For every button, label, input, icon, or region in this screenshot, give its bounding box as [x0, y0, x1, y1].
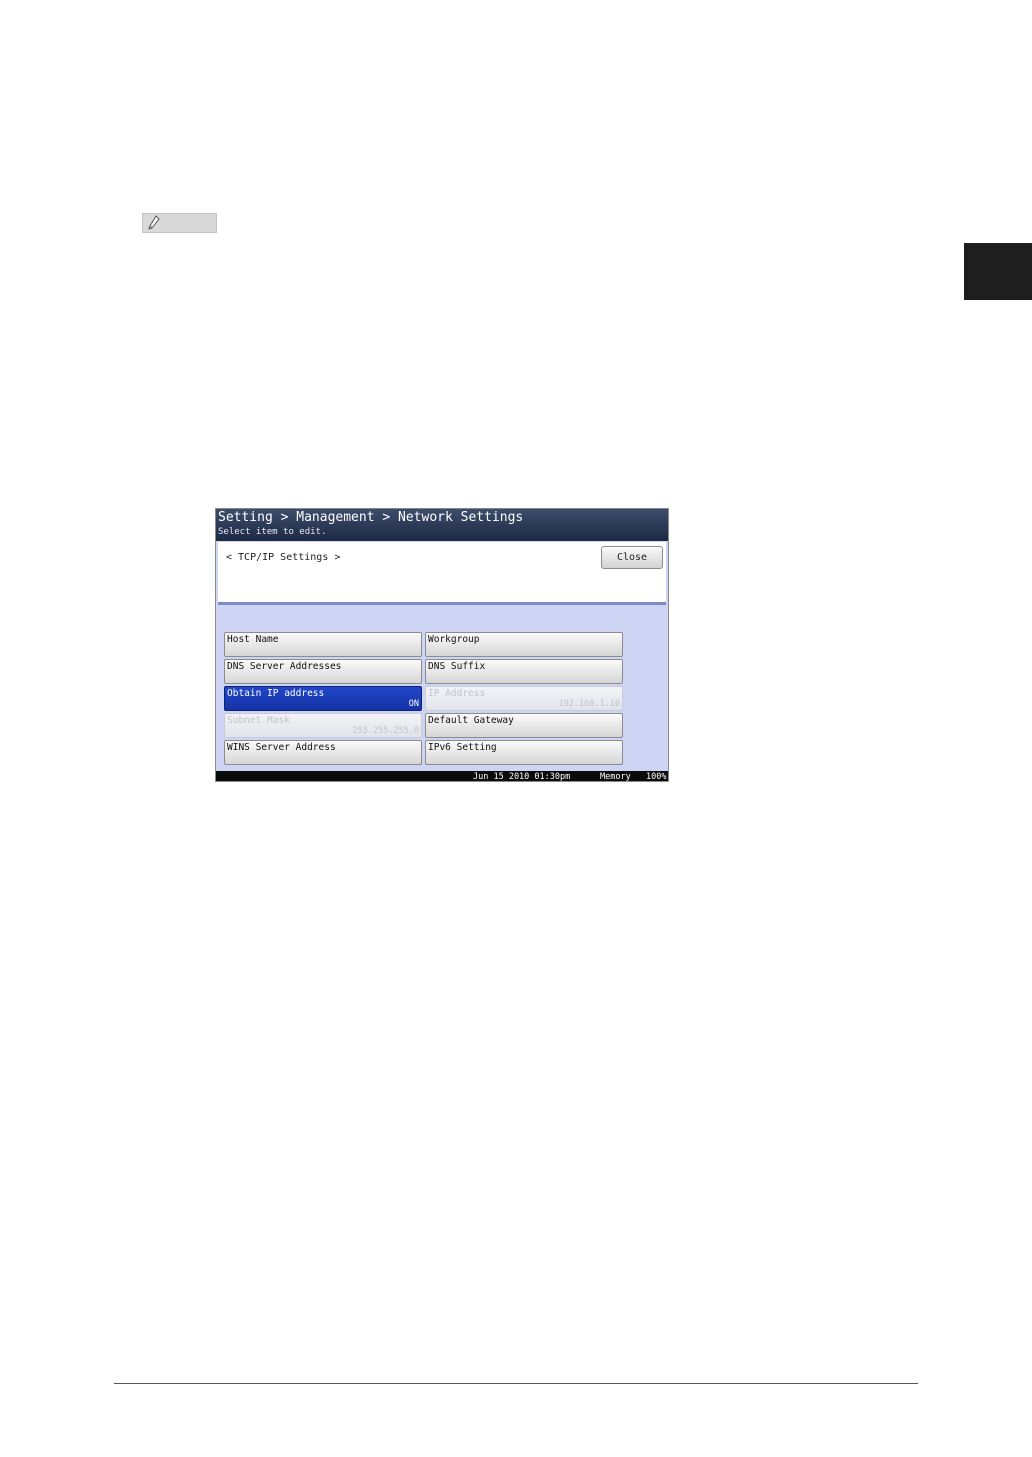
section-title: < TCP/IP Settings > — [226, 552, 341, 563]
obtain-ip-address-value: ON — [408, 699, 419, 709]
host-name-button[interactable]: Host Name — [224, 632, 422, 657]
workgroup-button[interactable]: Workgroup — [425, 632, 623, 657]
device-screen: Setting > Management > Network Settings … — [215, 508, 669, 782]
pencil-note-icon — [148, 215, 160, 230]
ipv6-setting-label: IPv6 Setting — [428, 742, 497, 753]
host-name-label: Host Name — [227, 634, 279, 645]
subnet-mask-button: Subnet Mask 255.255.255.0 — [224, 713, 422, 738]
default-gateway-button[interactable]: Default Gateway — [425, 713, 623, 738]
instruction-text: Select item to edit. — [218, 527, 327, 537]
ip-address-label: IP Address — [428, 688, 486, 699]
dns-server-addresses-button[interactable]: DNS Server Addresses — [224, 659, 422, 684]
status-datetime: Jun 15 2010 01:30pm — [473, 772, 571, 782]
subnet-mask-label: Subnet Mask — [227, 715, 290, 726]
close-button[interactable]: Close — [601, 546, 663, 569]
status-memory-label: Memory — [600, 772, 631, 782]
note-badge — [142, 213, 217, 233]
ipv6-setting-button[interactable]: IPv6 Setting — [425, 740, 623, 765]
wins-server-address-button[interactable]: WINS Server Address — [224, 740, 422, 765]
breadcrumb: Setting > Management > Network Settings — [218, 510, 524, 525]
status-memory-value: 100% — [646, 772, 667, 782]
dns-suffix-button[interactable]: DNS Suffix — [425, 659, 623, 684]
chapter-side-tab — [964, 243, 1032, 300]
screen-titlebar: Setting > Management > Network Settings … — [216, 509, 668, 541]
ip-address-value: 192.168.1.10 — [558, 699, 620, 709]
obtain-ip-address-label: Obtain IP address — [227, 688, 325, 699]
workgroup-label: Workgroup — [428, 634, 480, 645]
section-header-panel: < TCP/IP Settings > Close — [218, 542, 666, 605]
subnet-mask-value: 255.255.255.0 — [352, 726, 419, 736]
default-gateway-label: Default Gateway — [428, 715, 514, 726]
ip-address-button: IP Address 192.168.1.10 — [425, 686, 623, 711]
footer-rule — [114, 1383, 918, 1384]
wins-server-address-label: WINS Server Address — [227, 742, 336, 753]
obtain-ip-address-button[interactable]: Obtain IP address ON — [224, 686, 422, 711]
status-bar: Jun 15 2010 01:30pm Memory 100% — [216, 771, 668, 782]
dns-server-addresses-label: DNS Server Addresses — [227, 661, 342, 672]
dns-suffix-label: DNS Suffix — [428, 661, 486, 672]
